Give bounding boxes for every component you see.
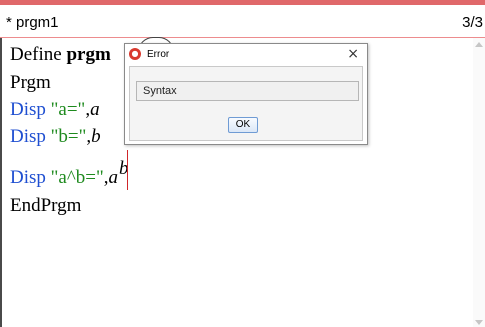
variable: a xyxy=(90,99,100,120)
error-dialog: ● Error × Syntax OK xyxy=(124,43,368,145)
dialog-title: Error xyxy=(147,49,170,60)
prgm-keyword: Prgm xyxy=(10,72,51,93)
code-line-prgm[interactable]: Prgm xyxy=(10,72,51,94)
program-name: prgm xyxy=(66,44,111,65)
code-line-endprgm[interactable]: EndPrgm xyxy=(10,195,81,217)
code-line-disp-b[interactable]: Disp "b=",b xyxy=(10,126,101,148)
string-literal: "a=" xyxy=(50,99,86,120)
ok-button[interactable]: OK xyxy=(228,117,258,133)
document-title: * prgm1 xyxy=(6,14,59,31)
disp-keyword: Disp xyxy=(10,126,51,147)
power-base: a xyxy=(108,167,118,188)
code-line-disp-power[interactable]: Disp "a^b=",ab xyxy=(10,158,128,189)
page-indicator[interactable]: 3/3 xyxy=(462,14,483,31)
document-title-bar: * prgm1 3/3 xyxy=(0,5,485,38)
disp-keyword: Disp xyxy=(10,167,51,188)
error-message: Syntax xyxy=(136,81,359,101)
error-icon: ● xyxy=(129,48,141,60)
code-line-disp-a[interactable]: Disp "a=",a xyxy=(10,99,100,121)
define-keyword: Define xyxy=(10,44,67,65)
editor-left-border xyxy=(0,38,2,327)
endprgm-keyword: EndPrgm xyxy=(10,195,82,216)
string-literal: "a^b=" xyxy=(50,167,104,188)
text-cursor xyxy=(127,150,128,190)
code-line-define[interactable]: Define prgm xyxy=(10,44,111,66)
scroll-up-icon[interactable] xyxy=(475,42,483,47)
vertical-scrollbar[interactable] xyxy=(473,38,485,327)
close-icon[interactable]: × xyxy=(347,46,359,62)
variable: b xyxy=(91,126,101,147)
dialog-header[interactable]: ● Error × xyxy=(125,44,367,66)
scroll-down-icon[interactable] xyxy=(475,320,483,325)
dialog-body: Syntax OK xyxy=(129,66,363,141)
string-literal: "b=" xyxy=(50,126,87,147)
disp-keyword: Disp xyxy=(10,99,51,120)
